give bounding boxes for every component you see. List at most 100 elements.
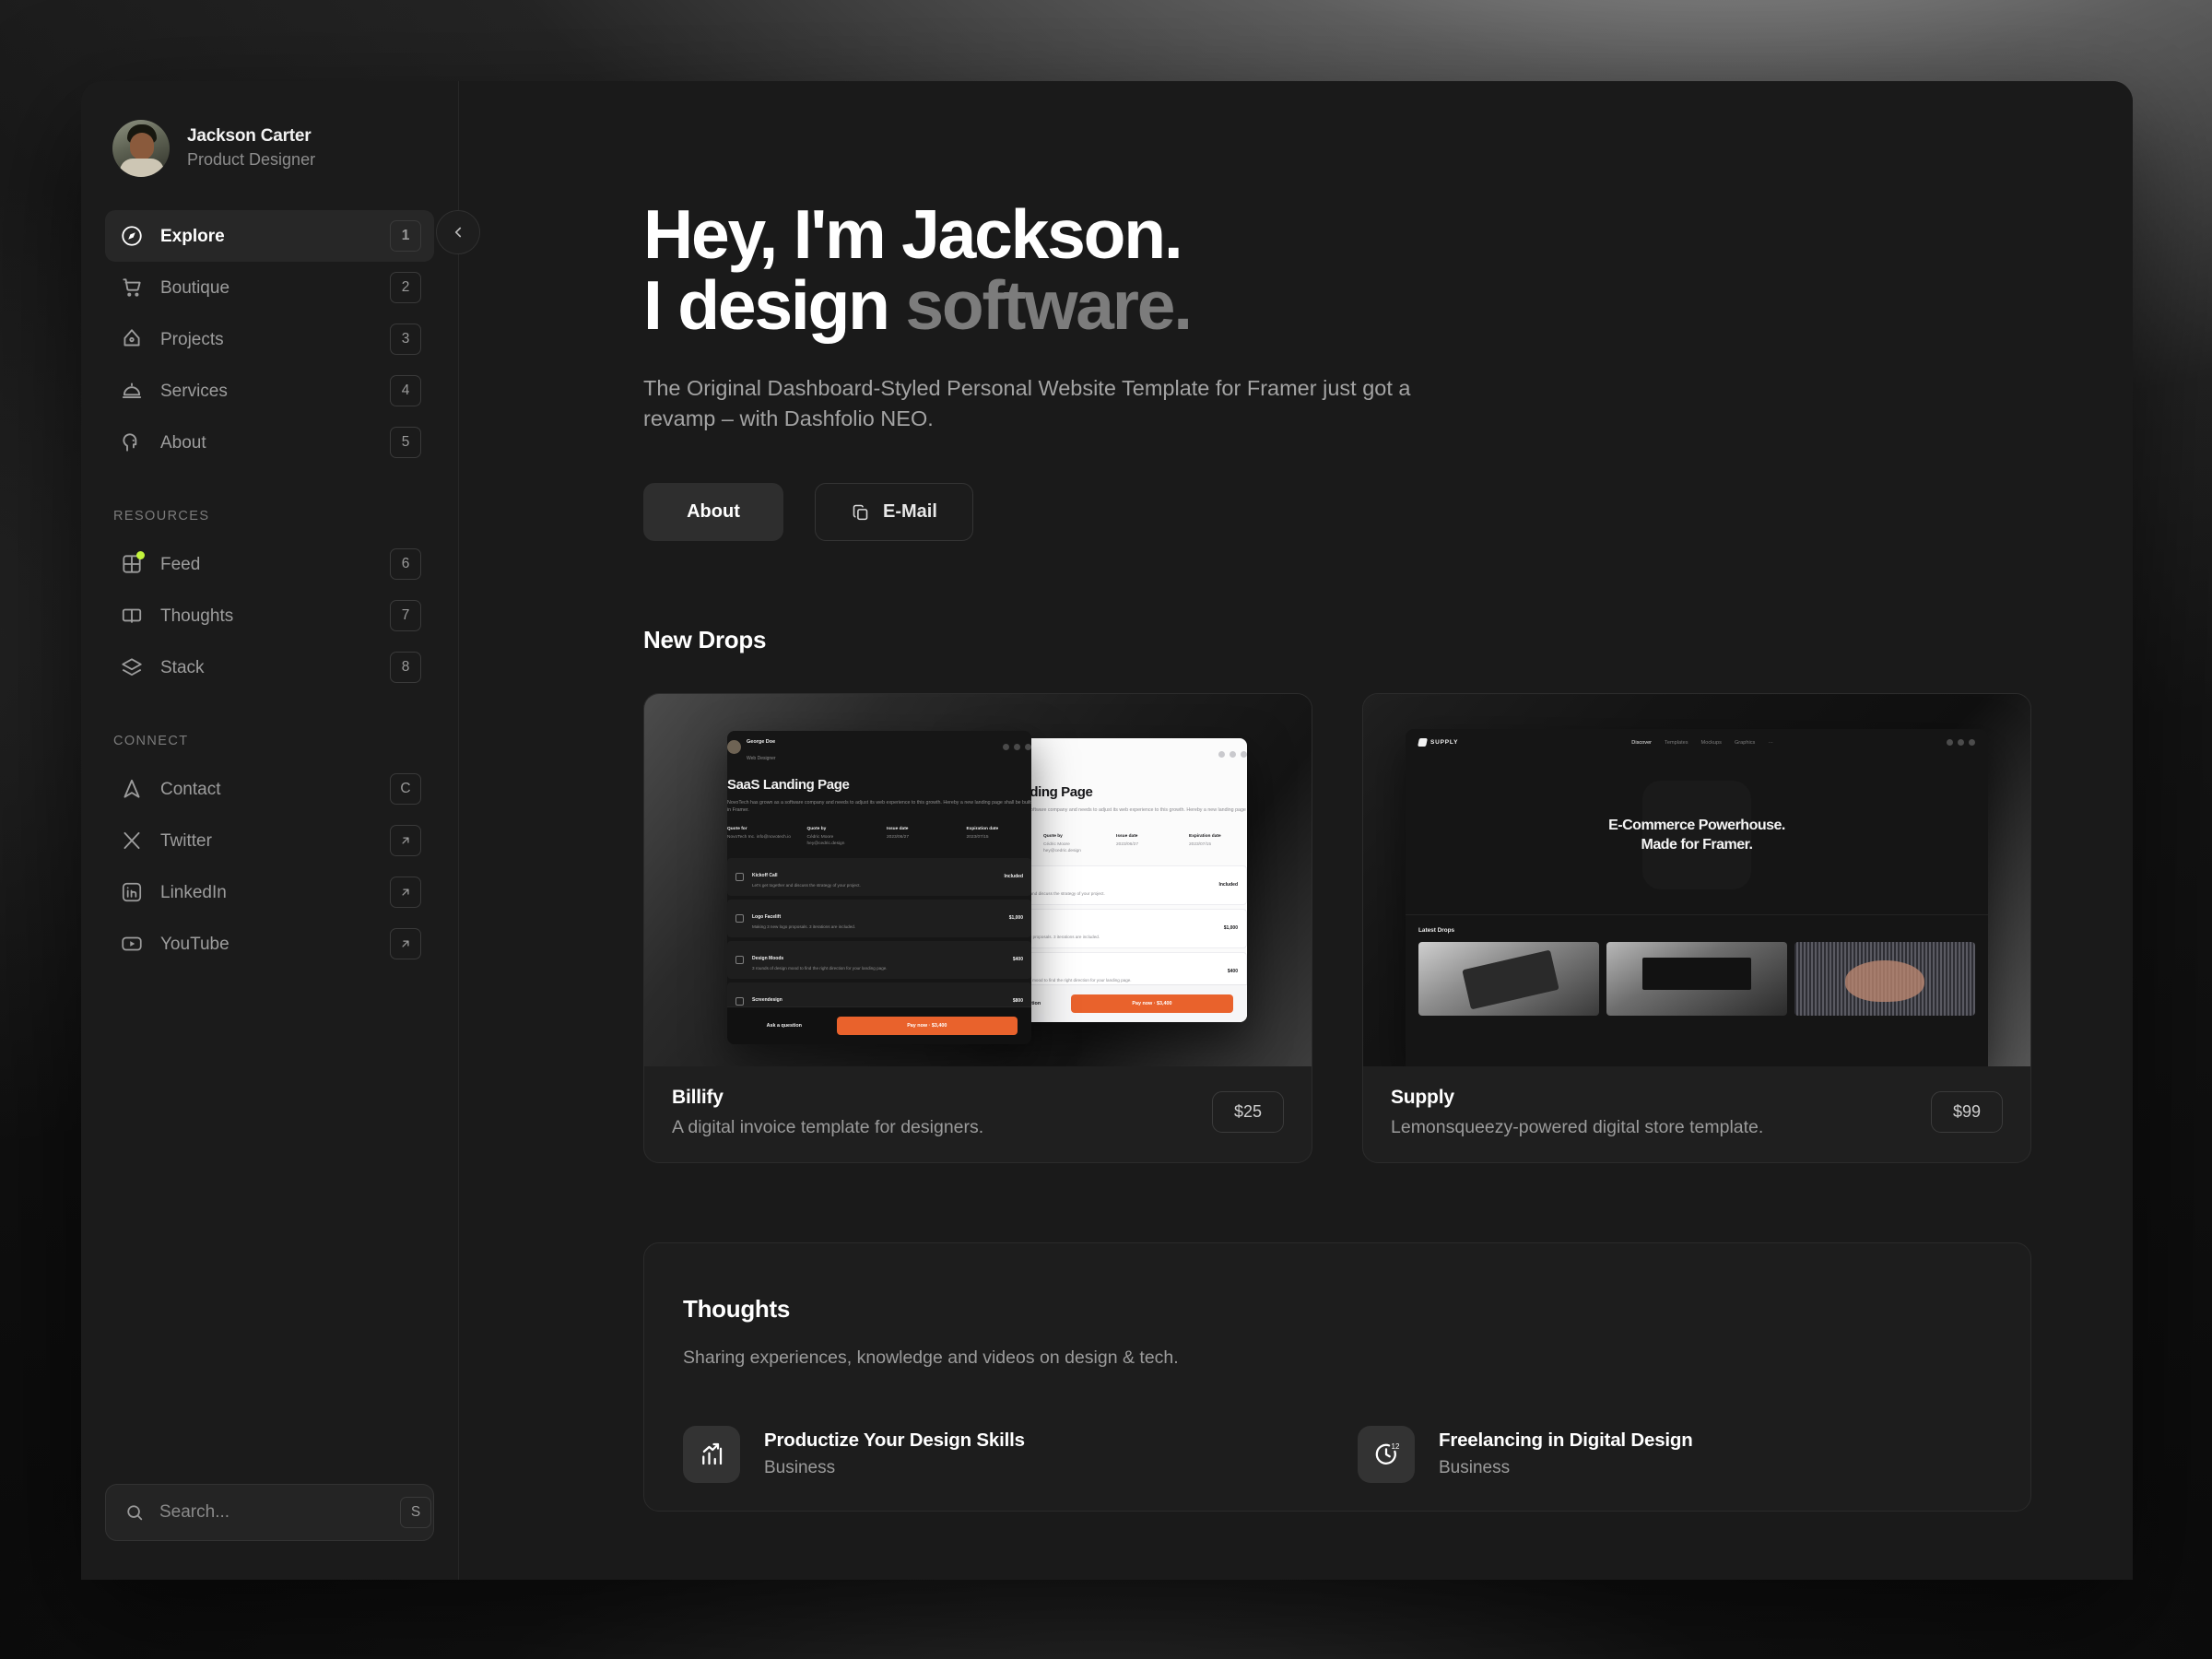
product-thumbnail: SUPPLY Discover Templates Mockups Graphi… bbox=[1363, 693, 2030, 1066]
invoice-author-role: Web Designer bbox=[747, 755, 776, 761]
thought-category: Business bbox=[1439, 1458, 1511, 1478]
primary-nav: Explore 1 Boutique 2 Projects 3 Services… bbox=[81, 210, 458, 468]
supply-brand: SUPPLY bbox=[1430, 739, 1459, 747]
profile-header[interactable]: Jackson Carter Product Designer bbox=[81, 81, 458, 177]
invoice-meta-key: Quote for bbox=[727, 826, 747, 831]
shortcut-badge: 7 bbox=[390, 600, 421, 631]
thought-title: Freelancing in Digital Design bbox=[1439, 1430, 1693, 1452]
product-name: Supply bbox=[1391, 1086, 1454, 1108]
invoice-meta-value: Cédric Moore hey@cedric.design bbox=[806, 834, 845, 846]
product-description: A digital invoice template for designers… bbox=[672, 1116, 984, 1137]
sidebar-item-label: Boutique bbox=[160, 277, 230, 298]
main-content: Hey, I'm Jackson. I design software. The… bbox=[459, 81, 2133, 1580]
clock-12-icon: 12 bbox=[1358, 1425, 1415, 1483]
shortcut-badge: 5 bbox=[390, 427, 421, 458]
external-link-badge bbox=[390, 928, 421, 959]
hero-subtitle: The Original Dashboard-Styled Personal W… bbox=[643, 375, 1411, 431]
product-price-badge: $25 bbox=[1212, 1091, 1284, 1134]
sidebar-item-label: Stack bbox=[160, 657, 205, 677]
search-container: S bbox=[81, 1484, 458, 1580]
thought-title: Productize Your Design Skills bbox=[764, 1430, 1025, 1452]
sidebar-item-projects[interactable]: Projects 3 bbox=[105, 313, 434, 365]
sidebar-item-boutique[interactable]: Boutique 2 bbox=[105, 262, 434, 313]
notification-dot bbox=[136, 551, 145, 559]
thought-item-productize[interactable]: Productize Your Design Skills Business bbox=[683, 1425, 1317, 1483]
search-input[interactable] bbox=[159, 1502, 385, 1523]
sidebar-item-feed[interactable]: Feed 6 bbox=[105, 538, 434, 590]
sidebar-item-contact[interactable]: Contact C bbox=[105, 763, 434, 815]
resources-section-label: RESOURCES bbox=[113, 509, 210, 524]
hero-actions: About E-Mail bbox=[643, 482, 2031, 541]
invoice-meta-value: Cédric Moore hey@cedric.design bbox=[1043, 841, 1081, 853]
invoice-meta-key: Expiration date bbox=[1189, 833, 1221, 839]
supply-hero-line-2: Made for Framer. bbox=[1641, 837, 1753, 853]
arrow-up-right-icon bbox=[402, 888, 409, 896]
invoice-meta-value: 2023/06/27 bbox=[887, 834, 910, 840]
about-button[interactable]: About bbox=[643, 482, 783, 541]
sidebar-item-services[interactable]: Services 4 bbox=[105, 365, 434, 417]
search-box[interactable]: S bbox=[105, 1484, 434, 1541]
sidebar-item-label: Projects bbox=[160, 329, 224, 349]
sidebar-item-linkedin[interactable]: LinkedIn bbox=[105, 866, 434, 918]
sidebar-item-explore[interactable]: Explore 1 bbox=[105, 210, 434, 262]
sidebar-item-twitter[interactable]: Twitter bbox=[105, 815, 434, 866]
invoice-meta-value: 2023/07/15 bbox=[1189, 841, 1212, 847]
supply-thumbnail-tile bbox=[1418, 941, 1599, 1016]
head-profile-icon bbox=[120, 430, 144, 454]
supply-logo-icon bbox=[1418, 738, 1428, 747]
shortcut-badge: 6 bbox=[390, 548, 421, 580]
arrow-up-right-icon bbox=[402, 940, 409, 947]
product-description: Lemonsqueezy-powered digital store templ… bbox=[1391, 1116, 1764, 1137]
shortcut-badge: 3 bbox=[390, 324, 421, 355]
invoice-pay-button: Pay now · $3,400 bbox=[836, 1016, 1018, 1035]
hero-line-2-muted: software. bbox=[905, 266, 1193, 345]
email-button-label: E-Mail bbox=[883, 500, 937, 522]
supply-site-preview: SUPPLY Discover Templates Mockups Graphi… bbox=[1406, 728, 1988, 1066]
arrow-up-right-icon bbox=[402, 837, 409, 844]
compass-icon bbox=[120, 224, 144, 248]
supply-hero-line-1: E-Commerce Powerhouse. bbox=[1608, 817, 1785, 833]
product-name: Billify bbox=[672, 1086, 724, 1108]
invoice-author: George Doe bbox=[747, 738, 776, 745]
hero-line-1: Hey, I'm Jackson. bbox=[643, 195, 1183, 273]
profile-name: Jackson Carter bbox=[187, 126, 312, 147]
app-window: Jackson Carter Product Designer Explore … bbox=[81, 81, 2133, 1580]
shortcut-badge: 8 bbox=[390, 652, 421, 683]
new-drops-heading: New Drops bbox=[643, 625, 767, 653]
product-price-badge: $99 bbox=[1931, 1091, 2003, 1134]
bar-chart-growth-icon bbox=[683, 1425, 740, 1483]
invoice-meta-key: Issue date bbox=[887, 826, 909, 831]
sidebar-item-stack[interactable]: Stack 8 bbox=[105, 641, 434, 693]
sidebar-collapse-button[interactable] bbox=[436, 210, 480, 254]
thought-item-freelancing[interactable]: 12 Freelancing in Digital Design Busines… bbox=[1358, 1425, 1992, 1483]
supply-section-label: Latest Drops bbox=[1418, 926, 1455, 934]
sidebar-item-about[interactable]: About 5 bbox=[105, 417, 434, 468]
navigation-arrow-icon bbox=[120, 777, 144, 801]
email-button[interactable]: E-Mail bbox=[815, 482, 973, 541]
supply-nav-item: Mockups bbox=[1700, 739, 1722, 746]
sidebar-item-label: Contact bbox=[160, 779, 221, 799]
invoice-meta-key: Quote by bbox=[806, 826, 827, 831]
invoice-heading: SaaS Landing Page bbox=[727, 776, 850, 793]
shortcut-badge: 2 bbox=[390, 272, 421, 303]
product-card-supply[interactable]: SUPPLY Discover Templates Mockups Graphi… bbox=[1362, 692, 2031, 1163]
sidebar-item-thoughts[interactable]: Thoughts 7 bbox=[105, 590, 434, 641]
connect-section-label: CONNECT bbox=[113, 734, 189, 748]
layout-grid-icon bbox=[120, 551, 145, 576]
x-twitter-icon bbox=[120, 829, 144, 853]
external-link-badge bbox=[390, 825, 421, 856]
thoughts-heading: Thoughts bbox=[683, 1294, 791, 1323]
invoice-meta-value: NovoTech Inc. info@novotech.io bbox=[727, 834, 791, 840]
sidebar: Jackson Carter Product Designer Explore … bbox=[81, 81, 480, 1580]
sidebar-item-youtube[interactable]: YouTube bbox=[105, 918, 434, 970]
supply-thumbnail-tile bbox=[1794, 941, 1975, 1016]
youtube-icon bbox=[120, 932, 144, 956]
invoice-meta-key: Issue date bbox=[1116, 833, 1138, 839]
product-card-billify[interactable]: George Doe Web Designer SaaS Landing Pag… bbox=[643, 692, 1312, 1163]
search-shortcut-badge: S bbox=[400, 1497, 431, 1528]
invoice-line-item: Design Moods3 rounds of design mood to f… bbox=[727, 940, 1031, 979]
thought-category: Business bbox=[764, 1458, 836, 1478]
sidebar-item-label: About bbox=[160, 432, 206, 453]
supply-nav-item: Discover bbox=[1631, 739, 1653, 746]
product-thumbnail: George Doe Web Designer SaaS Landing Pag… bbox=[644, 693, 1312, 1066]
